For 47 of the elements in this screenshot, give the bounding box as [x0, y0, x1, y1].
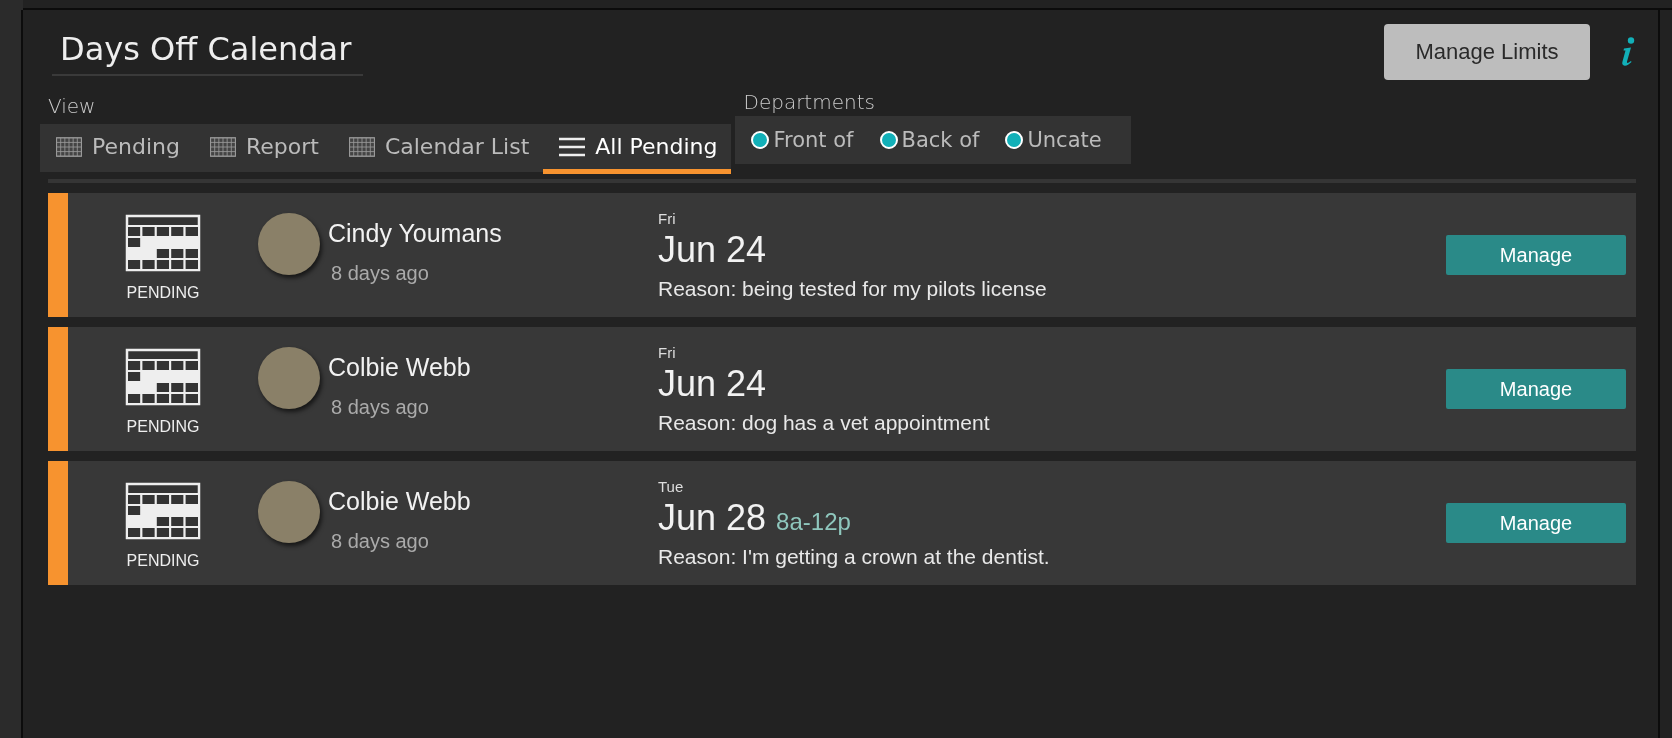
request-date: Jun 24 — [658, 228, 767, 271]
manage-button[interactable]: Manage — [1446, 235, 1626, 275]
list-icon — [559, 136, 586, 157]
weekday-label: Fri — [658, 343, 677, 361]
calendar-icon — [125, 348, 201, 406]
submitted-time: 8 days ago — [331, 396, 430, 419]
department-label[interactable]: Uncate — [1027, 128, 1102, 152]
time-range: 8a-12p — [776, 507, 851, 536]
calendar-icon — [125, 214, 201, 272]
manage-limits-button[interactable]: Manage Limits — [1384, 24, 1590, 80]
department-label[interactable]: Back of — [901, 128, 980, 152]
employee-name: Colbie Webb — [328, 353, 471, 382]
status-label: PENDING — [126, 284, 200, 302]
department-checkbox[interactable] — [1005, 131, 1024, 149]
submitted-time: 8 days ago — [331, 530, 430, 553]
weekday-label: Tue — [658, 477, 685, 495]
department-checkbox[interactable] — [751, 131, 770, 149]
avatar-photo-placeholder — [258, 481, 320, 543]
department-checkbox[interactable] — [879, 131, 898, 149]
submitted-time: 8 days ago — [331, 262, 430, 285]
request-date: Jun 28 — [658, 496, 767, 539]
view-tab[interactable]: Pending — [40, 124, 194, 174]
view-tab[interactable]: All Pending — [543, 124, 732, 174]
avatar-photo-placeholder — [258, 347, 320, 409]
calendar-icon — [125, 482, 201, 540]
request-reason: Reason: being tested for my pilots license — [658, 276, 1048, 301]
status-label: PENDING — [126, 418, 200, 436]
avatar-photo-placeholder — [258, 213, 320, 275]
view-label: View — [48, 94, 97, 118]
request-reason: Reason: dog has a vet appointment — [658, 410, 991, 435]
grid-icon — [209, 136, 236, 157]
weekday-label: Fri — [658, 209, 677, 227]
employee-name: Cindy Youmans — [328, 219, 502, 248]
grid-icon — [348, 136, 375, 157]
employee-name: Colbie Webb — [328, 487, 471, 516]
request-date: Jun 24 — [658, 362, 767, 405]
view-tab[interactable]: Calendar List — [332, 124, 544, 174]
manage-button[interactable]: Manage — [1446, 369, 1626, 409]
status-label: PENDING — [126, 552, 200, 570]
view-tab[interactable]: Report — [193, 124, 333, 174]
grid-icon — [56, 136, 82, 157]
page-title: Days Off Calendar — [52, 24, 364, 76]
info-icon[interactable] — [1620, 37, 1636, 67]
department-label[interactable]: Front of — [773, 128, 854, 152]
manage-button[interactable]: Manage — [1446, 503, 1626, 543]
departments-label: Departments — [743, 90, 876, 114]
request-reason: Reason: I'm getting a crown at the dentist. — [658, 544, 1051, 569]
